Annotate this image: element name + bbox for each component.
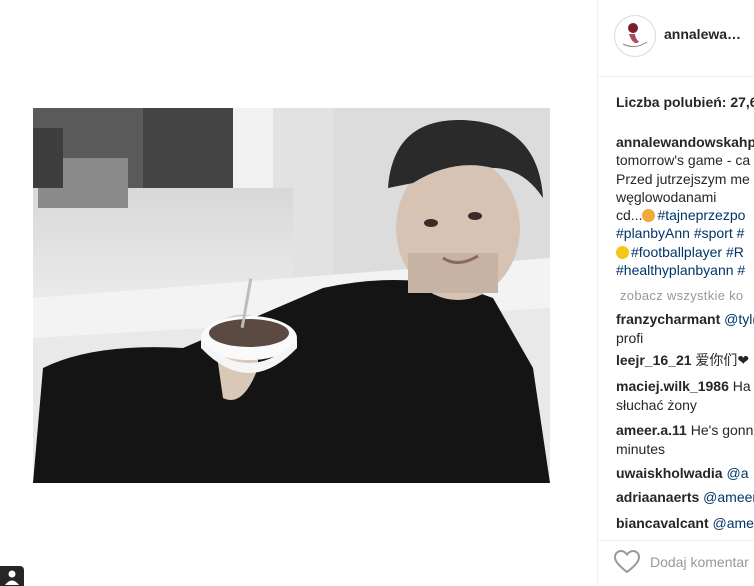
comment-text: słuchać żony [616,396,697,413]
caption-line: Przed jutrzejszym me [616,170,750,187]
hashtag[interactable]: #planbyAnn #sport # [616,224,754,242]
user-icon[interactable] [0,566,24,586]
caption-line: węglowodanami [616,188,717,205]
actions-divider [598,540,754,541]
comment-text: minutes [616,440,666,457]
comment-text: Ha [732,378,751,394]
comment: adriaanaerts @ameer [616,488,754,507]
comment-text: He's gonn [690,422,754,438]
post-photo[interactable] [33,108,550,483]
comment: uwaiskholwadia @a [616,464,748,483]
comment: franzycharmant @tyl( profi [616,310,754,347]
comment-mention[interactable]: @ame [713,515,754,531]
likes-count[interactable]: Liczba polubień: 27,6 [616,94,754,110]
add-comment-input[interactable]: Dodaj komentar [650,554,749,570]
caption-line: annalewandowskahp [616,133,754,151]
view-all-comments-link[interactable]: zobacz wszystkie ko [620,288,743,303]
username[interactable]: annalewa… [664,26,741,42]
caption-line: cd... #tajneprzezpo [616,206,754,224]
avatar-logo-icon [622,23,648,48]
face-emoji-icon [642,209,656,223]
comment-text: 爱你们❤ [695,352,750,368]
caption-line: tomorrow's game - ca [616,152,751,169]
comment: maciej.wilk_1986 Ha słuchać żony [616,377,751,414]
avatar[interactable] [614,15,656,57]
hashtag[interactable]: #healthyplanbyann # [616,261,754,279]
sidebar-divider [597,0,598,586]
hashtag[interactable]: #tajneprzezpo [657,207,745,223]
post-photo-image [33,108,550,483]
comment: leejr_16_21 爱你们❤ [616,351,749,370]
heart-icon[interactable] [614,550,640,574]
comment-text: profi [616,329,644,346]
caption-line: #footballplayer #R [616,243,754,261]
caption: annalewandowskahp tomorrow's game - ca P… [616,133,754,279]
comment-author[interactable]: uwaiskholwadia [616,465,723,481]
comment-author[interactable]: biancavalcant [616,515,709,531]
caption-author[interactable]: annalewandowskahp [616,134,754,150]
caption-text: cd... [616,207,643,224]
comment-mention[interactable]: @ameer [703,489,754,505]
comment-author[interactable]: maciej.wilk_1986 [616,378,729,394]
comment-author[interactable]: ameer.a.11 [616,422,687,438]
comment-author[interactable]: adriaanaerts [616,489,699,505]
comment-author[interactable]: franzycharmant [616,311,720,327]
comment-mention[interactable]: @tyl( [724,311,754,327]
hashtag[interactable]: #footballplayer #R [631,244,744,260]
laughing-emoji-icon [616,245,629,259]
comment: biancavalcant @ame [616,514,754,533]
comment: ameer.a.11 He's gonn minutes [616,421,753,458]
comment-author[interactable]: leejr_16_21 [616,352,692,368]
comment-mention[interactable]: @a [726,465,748,481]
